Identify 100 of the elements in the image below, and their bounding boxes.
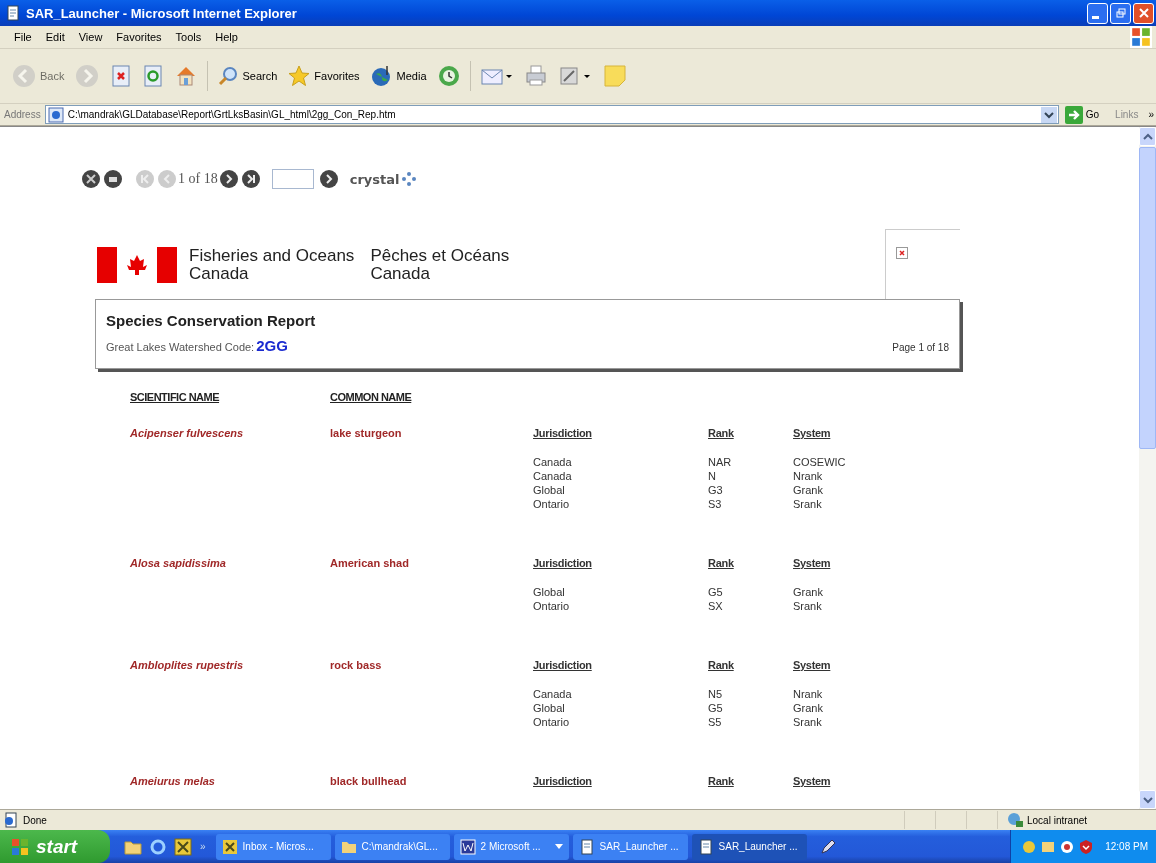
restore-icon: [1115, 8, 1126, 18]
table-cell-text: Ontario: [533, 599, 571, 613]
table-cell: Srank: [793, 497, 822, 511]
dots-icon: [402, 172, 417, 186]
page-icon: [578, 838, 595, 855]
star-icon: [287, 64, 312, 88]
status-text: Done: [23, 814, 48, 826]
pen-icon[interactable]: [818, 837, 837, 856]
column-header: Jurisdiction: [533, 775, 593, 787]
page-icon: [47, 106, 64, 123]
tray-icon[interactable]: [1021, 838, 1038, 855]
column-header: Rank: [708, 427, 735, 439]
last-page-button[interactable]: [239, 169, 262, 189]
menu-item[interactable]: Favorites: [110, 29, 168, 45]
table-cell-text: S3: [708, 497, 723, 511]
menu-item[interactable]: View: [72, 29, 109, 45]
common-name: American shad: [330, 557, 410, 569]
page-icon: [697, 838, 714, 855]
favorites-button[interactable]: Favorites: [284, 62, 363, 90]
taskbar-button[interactable]: SAR_Launcher ...: [572, 833, 688, 860]
column-header: Jurisdiction: [533, 659, 593, 671]
go-to-page-button[interactable]: [317, 169, 340, 189]
browser-icon[interactable]: [150, 838, 166, 855]
stop-icon: [110, 64, 133, 88]
table-cell-text: N: [708, 469, 717, 483]
table-cell-text: Ontario: [533, 497, 571, 511]
search-icon: [217, 65, 240, 87]
taskbar-button[interactable]: SAR_Launcher ...: [691, 833, 807, 860]
network-icon: [1006, 812, 1024, 828]
taskbar-button[interactable]: C:\mandrak\GL...: [334, 833, 450, 860]
column-header: System: [793, 659, 831, 671]
column-header: COMMON NAME: [330, 391, 412, 403]
print-button[interactable]: [102, 169, 124, 189]
minimize-button[interactable]: [1087, 2, 1108, 24]
menu-item[interactable]: Help: [209, 29, 244, 45]
scientific-name: Acipenser fulvescens: [130, 427, 245, 439]
table-cell-text: S5: [708, 715, 723, 729]
search-button[interactable]: Search: [214, 63, 281, 89]
canada-flag-icon: [97, 247, 177, 283]
refresh-icon: [142, 64, 165, 88]
menu-item[interactable]: Edit: [39, 29, 71, 45]
dropdown-icon[interactable]: [1040, 106, 1057, 123]
scroll-up-button[interactable]: [1139, 127, 1156, 146]
watershed-label: Great Lakes Watershed Code:: [106, 341, 255, 353]
scroll-thumb[interactable]: [1139, 147, 1156, 449]
report-title: Species Conservation Report: [106, 312, 317, 329]
media-button[interactable]: Media: [366, 62, 430, 90]
tray-icon[interactable]: [1059, 838, 1076, 855]
page-indicator: 1 of 18: [178, 171, 218, 187]
clock: 12:08 PM: [1105, 841, 1148, 852]
zone-text: Local intranet: [1027, 814, 1088, 826]
printer-icon: [523, 64, 548, 88]
column-header: System: [793, 557, 831, 569]
address-label: Address: [4, 109, 41, 120]
table-cell-text: Canada: [533, 469, 573, 483]
scrollbar[interactable]: [1139, 127, 1156, 809]
table-cell-text: Canada: [533, 687, 573, 701]
scroll-down-button[interactable]: [1139, 790, 1156, 809]
table-cell-text: G5: [708, 701, 724, 715]
taskbar-button[interactable]: Inbox - Micros...: [215, 833, 331, 860]
table-cell-text: Ontario: [533, 715, 571, 729]
menu-item[interactable]: Tools: [169, 29, 208, 45]
address-field[interactable]: C:\mandrak\GLDatabase\Report\GrtLksBasin\GL_html\2gg_Con_Rep.htm: [44, 105, 1059, 124]
common-name: lake sturgeon: [330, 427, 403, 439]
column-header: Rank: [708, 775, 735, 787]
close-button[interactable]: [1133, 2, 1154, 24]
column-header: System: [793, 427, 831, 439]
department-name: Pêches et Océans Canada: [370, 247, 510, 283]
restore-button[interactable]: [1110, 2, 1131, 24]
table-cell-text: N5: [708, 687, 724, 701]
folder-icon[interactable]: [124, 838, 142, 855]
clock-icon: [436, 64, 461, 88]
scientific-name: Alosa sapidissima: [130, 557, 227, 569]
table-cell-text: G5: [708, 585, 724, 599]
table-cell-text: NAR: [708, 455, 733, 469]
flag-logo-icon: [10, 836, 30, 857]
scientific-name: Ameiurus melas: [130, 775, 216, 787]
page-icon: [5, 5, 21, 21]
table-cell: COSEWIC: [793, 455, 846, 469]
table-cell-text: Global: [533, 585, 566, 599]
next-page-button[interactable]: [217, 169, 240, 189]
column-header: Jurisdiction: [533, 557, 593, 569]
watershed-code: 2GG: [256, 337, 288, 354]
document-icon: [459, 838, 476, 855]
department-name: Fisheries and Oceans Canada: [189, 247, 355, 283]
go-button[interactable]: Go: [1062, 105, 1106, 124]
menu-item[interactable]: File: [8, 29, 38, 45]
chevron-button[interactable]: »: [1148, 109, 1154, 120]
export-button[interactable]: [80, 169, 102, 189]
table-cell: Srank: [793, 599, 822, 613]
column-header: Rank: [708, 557, 735, 569]
taskbar-button[interactable]: 2 Microsoft ...: [453, 833, 569, 860]
chevron-button[interactable]: »: [200, 841, 206, 852]
column-header: System: [793, 775, 831, 787]
table-cell-text: Global: [533, 483, 566, 497]
shield-icon[interactable]: [1078, 838, 1095, 855]
page-number-field[interactable]: [271, 169, 314, 189]
common-name: black bullhead: [330, 775, 408, 787]
column-header: Rank: [708, 659, 735, 671]
minimize-icon: [1092, 15, 1099, 19]
